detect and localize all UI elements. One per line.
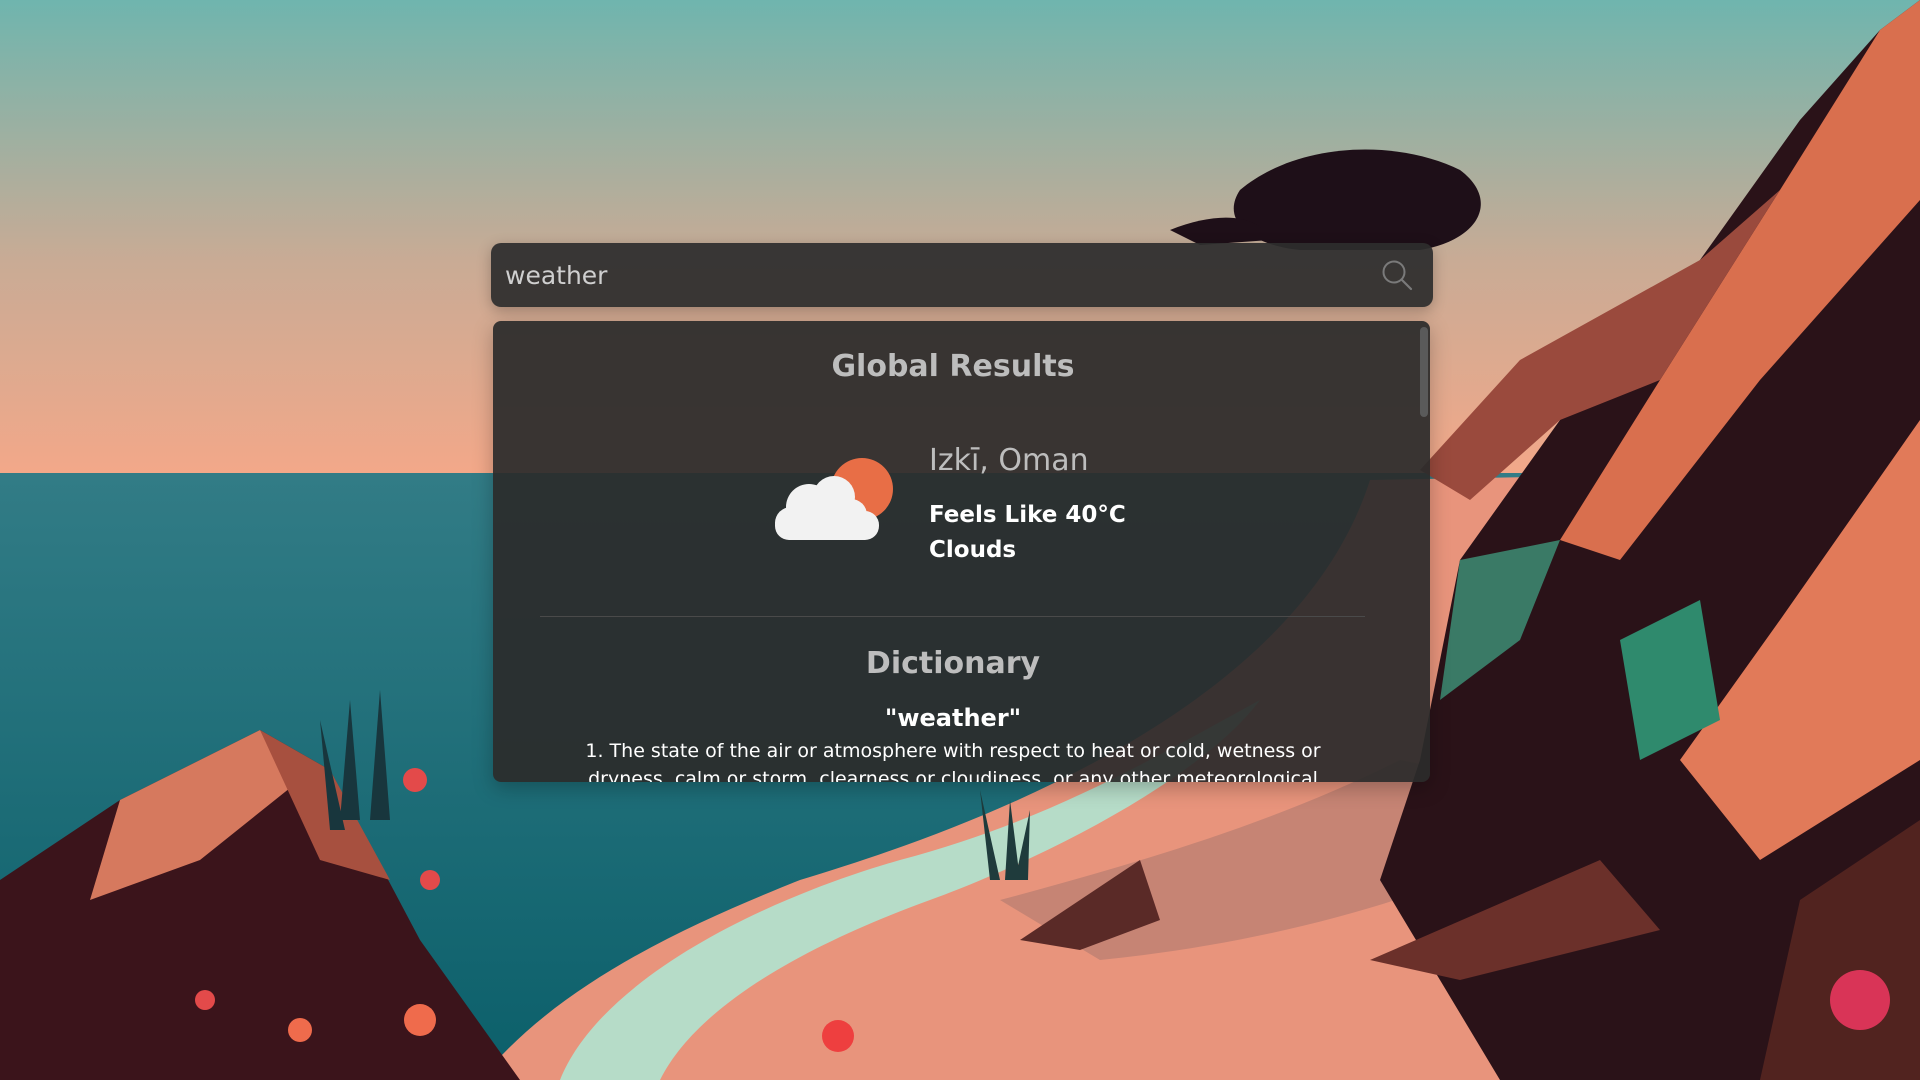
- dictionary-title: Dictionary: [865, 646, 1041, 681]
- search-input[interactable]: [505, 243, 1365, 307]
- search-icon: [1382, 260, 1413, 291]
- weather-feels-like: Feels Like 40°C: [929, 502, 1126, 528]
- weather-condition: Clouds: [929, 537, 1017, 563]
- dictionary-definition: 1. The state of the air or atmosphere wi…: [585, 740, 1321, 782]
- scrollbar[interactable]: [1416, 321, 1430, 782]
- dictionary-word: "weather": [884, 704, 1022, 732]
- partly-cloudy-icon: [775, 458, 893, 540]
- global-results-title: Global Results: [831, 349, 1075, 384]
- search-bar: [491, 243, 1433, 307]
- weather-location: Izkī, Oman: [929, 443, 1089, 478]
- section-divider: [540, 616, 1365, 617]
- search-button[interactable]: [1379, 257, 1415, 293]
- scrollbar-thumb[interactable]: [1420, 327, 1428, 417]
- results-panel[interactable]: Global Results Izkī, Oman Feels Like 40°…: [493, 321, 1430, 782]
